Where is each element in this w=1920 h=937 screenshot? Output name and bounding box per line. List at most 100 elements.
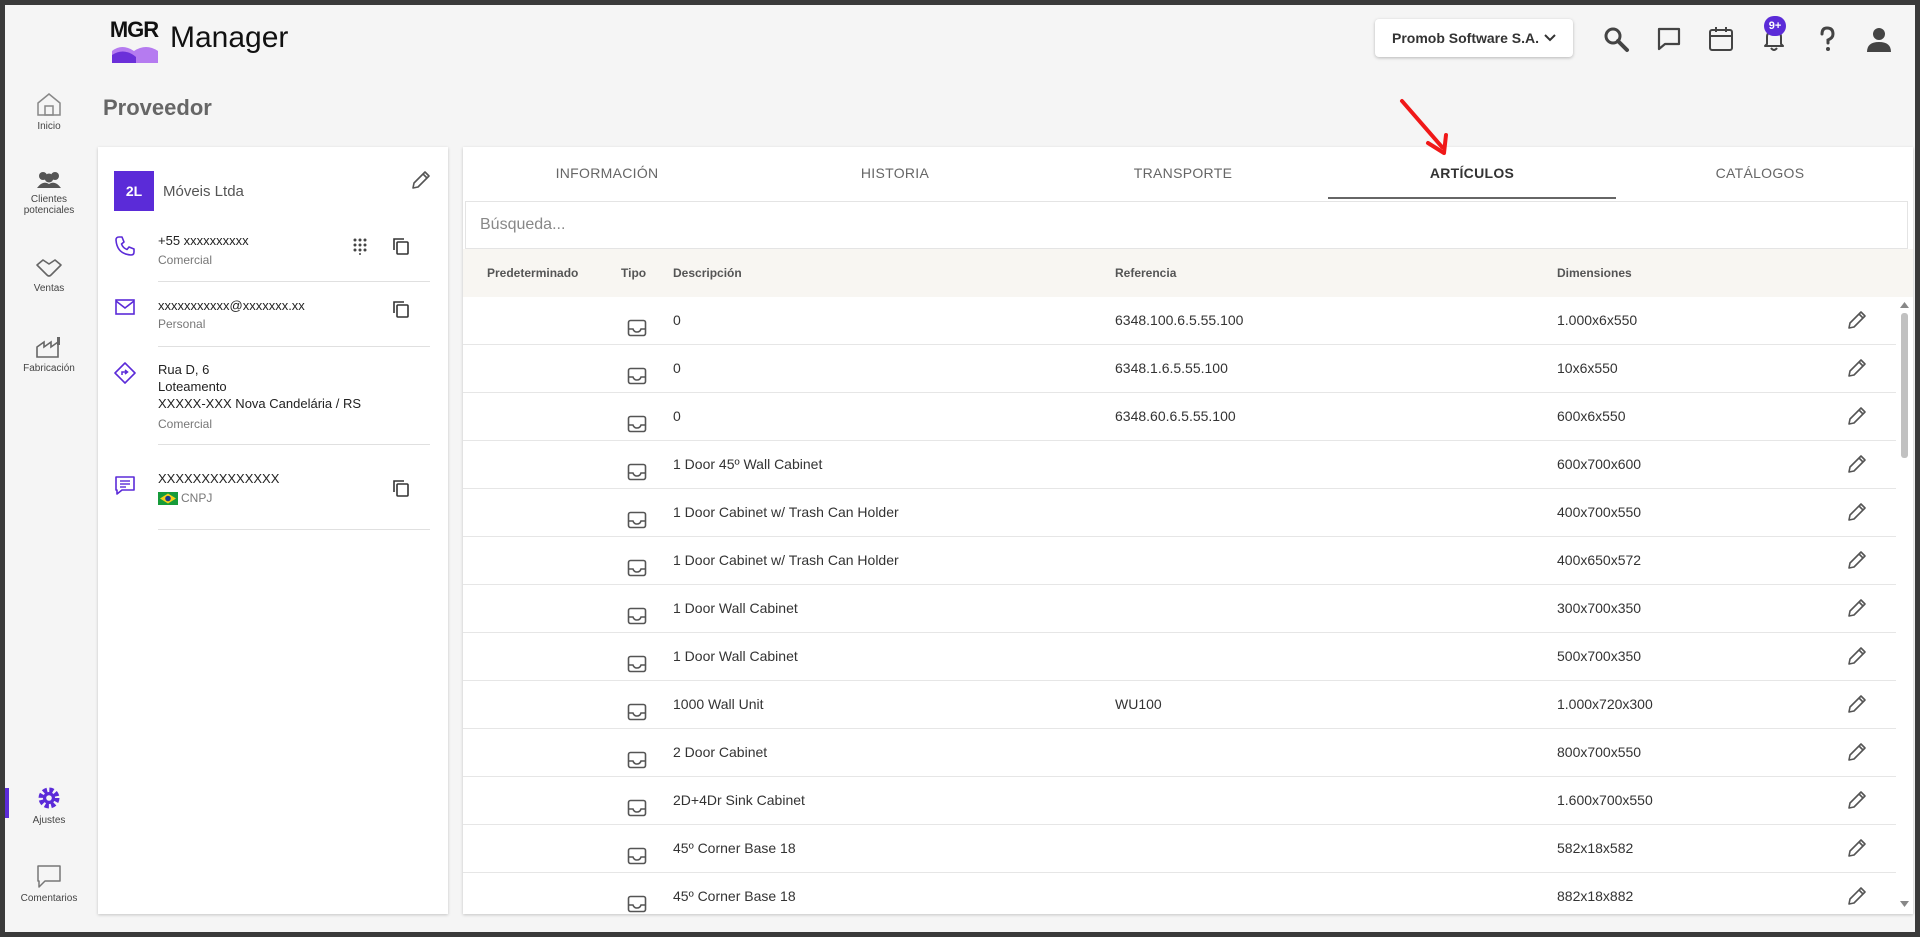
cell-dimensiones: 582x18x582	[1557, 840, 1634, 856]
page-title: Proveedor	[103, 95, 212, 120]
cell-dimensiones: 400x650x572	[1557, 552, 1642, 568]
cell-descripcion: 1 Door Cabinet w/ Trash Can Holder	[673, 504, 899, 520]
copy-icon[interactable]	[392, 237, 410, 255]
vertical-scrollbar[interactable]	[1896, 297, 1913, 914]
copy-icon[interactable]	[392, 300, 410, 318]
table-row[interactable]: 2D+4Dr Sink Cabinet 1.600x700x550	[463, 777, 1896, 825]
tab-transporte[interactable]: TRANSPORTE	[1039, 147, 1327, 199]
tab-catalogos[interactable]: CATÁLOGOS	[1616, 147, 1904, 199]
document-list-icon	[115, 476, 135, 495]
search-icon[interactable]	[1602, 25, 1630, 53]
scroll-down-icon[interactable]	[1900, 901, 1909, 908]
col-dimensiones[interactable]: Dimensiones	[1557, 266, 1632, 280]
divider	[158, 281, 430, 282]
company-selector-label: Promob Software S.A.	[1392, 30, 1540, 46]
tab-historia[interactable]: HISTORIA	[751, 147, 1039, 199]
nav-item-inicio[interactable]: Inicio	[5, 91, 93, 132]
factory-icon	[36, 337, 60, 358]
email-type: Personal	[158, 317, 206, 331]
table-row[interactable]: 45º Corner Base 18 882x18x882	[463, 873, 1896, 914]
help-icon[interactable]	[1813, 25, 1841, 53]
gear-icon	[38, 787, 60, 809]
divider	[158, 444, 430, 445]
table-row[interactable]: 0 6348.1.6.5.55.100 10x6x550	[463, 345, 1896, 393]
edit-row-icon[interactable]	[1846, 597, 1868, 619]
tab-articulos[interactable]: ARTÍCULOS	[1328, 147, 1616, 199]
cell-dimensiones: 1.000x6x550	[1557, 312, 1638, 328]
app-window: MGR Manager Promob Software S.A. 9+ Inic…	[5, 5, 1915, 932]
app-title: Manager	[170, 21, 289, 54]
dialpad-icon[interactable]	[352, 237, 368, 255]
cell-descripcion: 0	[673, 360, 681, 376]
col-tipo[interactable]: Tipo	[621, 266, 646, 280]
cell-dimensiones: 10x6x550	[1557, 360, 1618, 376]
cell-descripcion: 1 Door Cabinet w/ Trash Can Holder	[673, 552, 899, 568]
table-row[interactable]: 0 6348.60.6.5.55.100 600x6x550	[463, 393, 1896, 441]
table-row[interactable]: 1 Door Wall Cabinet 300x700x350	[463, 585, 1896, 633]
table-row[interactable]: 1 Door Wall Cabinet 500x700x350	[463, 633, 1896, 681]
tab-informacion[interactable]: INFORMACIÓN	[463, 147, 751, 199]
edit-row-icon[interactable]	[1846, 741, 1868, 763]
company-selector[interactable]: Promob Software S.A.	[1375, 19, 1573, 57]
table-row[interactable]: 2 Door Cabinet 800x700x550	[463, 729, 1896, 777]
brazil-flag-icon	[158, 492, 178, 506]
comment-icon	[37, 865, 61, 888]
cell-descripcion: 1 Door 45º Wall Cabinet	[673, 456, 823, 472]
edit-row-icon[interactable]	[1846, 837, 1868, 859]
tray-icon	[627, 607, 647, 625]
nav-label: Clientes potenciales	[23, 194, 75, 216]
app-logo[interactable]: MGR	[108, 15, 160, 65]
chat-icon[interactable]	[1655, 25, 1683, 53]
calendar-icon[interactable]	[1707, 25, 1735, 53]
edit-row-icon[interactable]	[1846, 357, 1868, 379]
table-row[interactable]: 45º Corner Base 18 582x18x582	[463, 825, 1896, 873]
chevron-down-icon	[1544, 34, 1556, 42]
tray-icon	[627, 463, 647, 481]
edit-row-icon[interactable]	[1846, 501, 1868, 523]
edit-row-icon[interactable]	[1846, 405, 1868, 427]
address-type: Comercial	[158, 417, 213, 431]
logo-text: MGR	[109, 17, 159, 42]
edit-row-icon[interactable]	[1846, 645, 1868, 667]
edit-row-icon[interactable]	[1846, 789, 1868, 811]
col-predeterminado[interactable]: Predeterminado	[487, 266, 578, 280]
edit-row-icon[interactable]	[1846, 693, 1868, 715]
edit-row-icon[interactable]	[1846, 309, 1868, 331]
col-descripcion[interactable]: Descripción	[673, 266, 742, 280]
avatar: 2L	[114, 171, 154, 211]
table-row[interactable]: 1 Door 45º Wall Cabinet 600x700x600	[463, 441, 1896, 489]
nav-item-clientes[interactable]: Clientes potenciales	[5, 170, 93, 216]
user-account-icon[interactable]	[1865, 25, 1893, 53]
nav-item-fabricacion[interactable]: Fabricación	[5, 335, 93, 374]
edit-row-icon[interactable]	[1846, 453, 1868, 475]
annotation-arrow-icon	[1400, 99, 1448, 155]
tray-icon	[627, 895, 647, 913]
cell-descripcion: 0	[673, 408, 681, 424]
nav-label: Fabricación	[23, 363, 75, 374]
nav-item-ajustes[interactable]: Ajustes	[5, 785, 93, 826]
col-referencia[interactable]: Referencia	[1115, 266, 1176, 280]
cell-descripcion: 1 Door Wall Cabinet	[673, 648, 798, 664]
table-row[interactable]: 1000 Wall Unit WU100 1.000x720x300	[463, 681, 1896, 729]
edit-row-icon[interactable]	[1846, 885, 1868, 907]
table-body: 0 6348.100.6.5.55.100 1.000x6x550 0 6348.1.6…	[463, 297, 1896, 914]
tray-icon	[627, 655, 647, 673]
tab-bar: INFORMACIÓN HISTORIA TRANSPORTE ARTÍCULO…	[463, 147, 1913, 199]
table-row[interactable]: 1 Door Cabinet w/ Trash Can Holder 400x70…	[463, 489, 1896, 537]
scroll-thumb[interactable]	[1901, 313, 1908, 458]
edit-row-icon[interactable]	[1846, 549, 1868, 571]
cell-dimensiones: 500x700x350	[1557, 648, 1642, 664]
tray-icon	[627, 415, 647, 433]
scroll-up-icon[interactable]	[1900, 301, 1909, 308]
table-row[interactable]: 1 Door Cabinet w/ Trash Can Holder 400x65…	[463, 537, 1896, 585]
email-address: xxxxxxxxxxx@xxxxxxx.xx	[158, 298, 305, 313]
search-input[interactable]	[466, 202, 1907, 248]
cell-descripcion: 45º Corner Base 18	[673, 888, 796, 904]
nav-item-comentarios[interactable]: Comentarios	[5, 863, 93, 904]
edit-supplier-icon[interactable]	[410, 169, 432, 191]
nav-item-ventas[interactable]: Ventas	[5, 255, 93, 294]
table-row[interactable]: 0 6348.100.6.5.55.100 1.000x6x550	[463, 297, 1896, 345]
cell-referencia: 6348.100.6.5.55.100	[1115, 312, 1244, 328]
logo-shape-icon	[112, 47, 158, 63]
copy-icon[interactable]	[392, 479, 410, 497]
